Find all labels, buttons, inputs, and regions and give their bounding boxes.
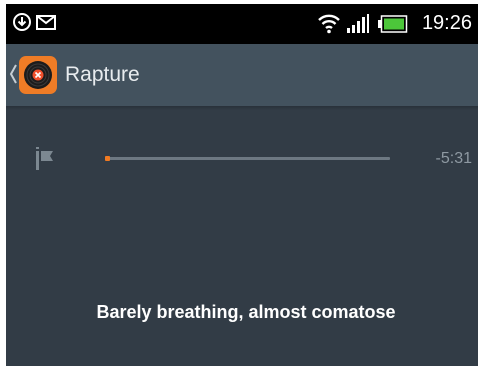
app-screen: 19:26 Rapture -5:31 Barely breathing, al… [6,4,478,366]
vinyl-record-icon[interactable] [19,56,57,94]
wifi-icon [317,12,341,39]
lyric-line: Barely breathing, almost comatose [96,302,396,322]
flag-icon[interactable] [35,147,57,176]
app-title: Rapture [65,63,140,86]
back-caret-icon[interactable] [9,63,18,90]
signal-icon [346,14,370,39]
status-bar: 19:26 [6,4,478,44]
action-bar-shadow [6,106,478,110]
clock-time: 19:26 [421,12,472,34]
time-remaining: -5:31 [435,150,472,167]
progress-fill [105,156,110,161]
download-icon [12,12,32,37]
progress-bar[interactable] [105,156,390,161]
battery-icon [378,15,408,38]
mail-icon [36,15,56,35]
action-bar: Rapture [6,44,478,106]
